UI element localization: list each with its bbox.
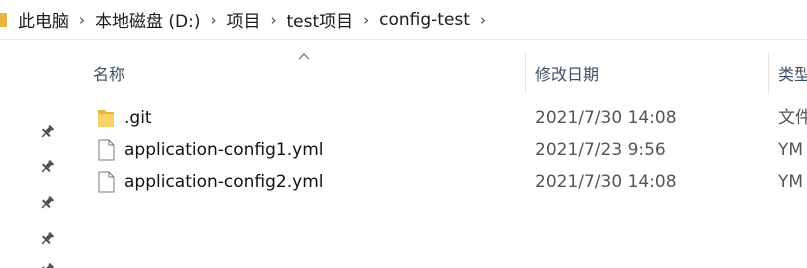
file-name[interactable]: .git bbox=[124, 102, 152, 134]
folder-icon bbox=[0, 12, 8, 28]
file-type: YM bbox=[778, 172, 804, 192]
breadcrumb-separator[interactable]: › bbox=[261, 11, 287, 29]
file-row[interactable]: application-config2.yml 2021/7/30 14:08 … bbox=[64, 166, 807, 198]
file-icon bbox=[98, 139, 115, 161]
file-type: YM bbox=[778, 140, 804, 160]
breadcrumb-separator[interactable]: › bbox=[69, 11, 95, 29]
file-date-modified: 2021/7/30 14:08 bbox=[535, 172, 677, 192]
breadcrumb-item-config-test[interactable]: config-test bbox=[379, 10, 470, 30]
file-date-modified: 2021/7/30 14:08 bbox=[535, 108, 677, 128]
file-type: 文件 bbox=[778, 108, 807, 128]
breadcrumb-item-this-pc[interactable]: 此电脑 bbox=[18, 7, 69, 32]
column-divider[interactable] bbox=[768, 52, 769, 94]
file-row[interactable]: .git 2021/7/30 14:08 文件 bbox=[64, 102, 807, 134]
column-header-name[interactable]: 名称 bbox=[93, 52, 523, 94]
folder-icon bbox=[98, 110, 114, 127]
file-explorer: 此电脑 › 本地磁盘 (D:) › 项目 › test项目 › config-t… bbox=[0, 0, 807, 268]
pin-icon[interactable] bbox=[39, 262, 55, 268]
file-row[interactable]: application-config1.yml 2021/7/23 9:56 Y… bbox=[64, 134, 807, 166]
breadcrumb-item-test-project[interactable]: test项目 bbox=[287, 7, 354, 32]
breadcrumb-separator[interactable]: › bbox=[353, 11, 379, 29]
breadcrumb-item-local-disk[interactable]: 本地磁盘 (D:) bbox=[95, 7, 201, 32]
column-header-type[interactable]: 类型 bbox=[778, 52, 807, 94]
breadcrumb-separator[interactable]: › bbox=[470, 11, 496, 29]
file-name[interactable]: application-config1.yml bbox=[124, 134, 324, 166]
column-divider[interactable] bbox=[525, 52, 526, 94]
breadcrumb-item-projects[interactable]: 项目 bbox=[227, 7, 261, 32]
pin-icon[interactable] bbox=[39, 231, 55, 247]
pin-icon[interactable] bbox=[39, 159, 55, 175]
pin-icon[interactable] bbox=[39, 124, 55, 140]
breadcrumb[interactable]: 此电脑 › 本地磁盘 (D:) › 项目 › test项目 › config-t… bbox=[0, 0, 807, 40]
pin-icon[interactable] bbox=[39, 195, 55, 211]
file-name[interactable]: application-config2.yml bbox=[124, 166, 324, 198]
column-header-date-modified[interactable]: 修改日期 bbox=[535, 52, 765, 94]
file-date-modified: 2021/7/23 9:56 bbox=[535, 140, 666, 160]
breadcrumb-separator[interactable]: › bbox=[201, 11, 227, 29]
file-icon bbox=[98, 171, 115, 193]
